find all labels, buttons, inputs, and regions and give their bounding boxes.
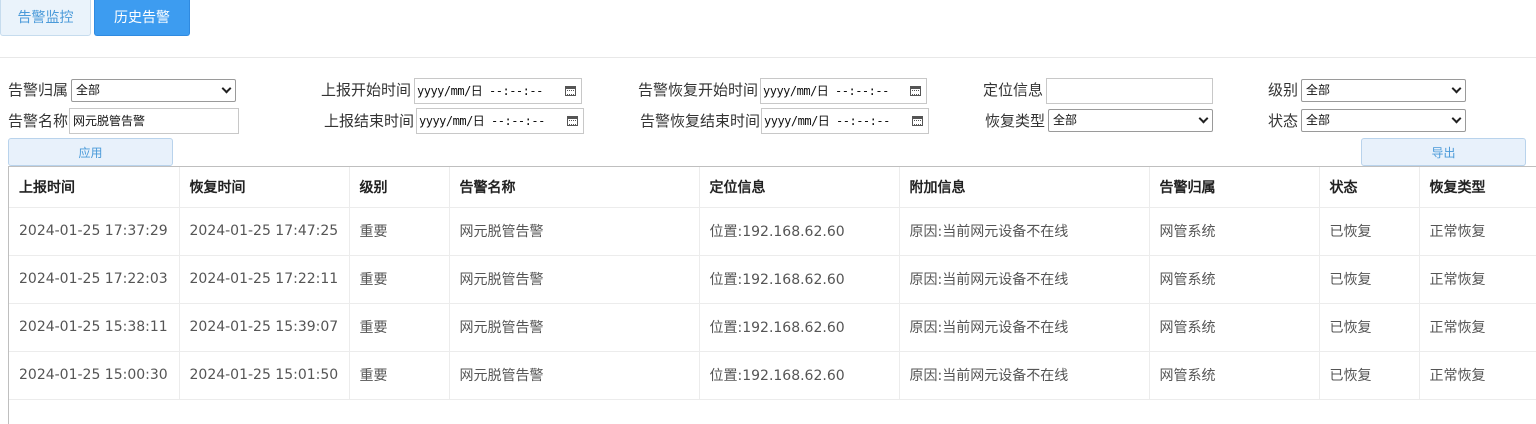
cell-alarm-name: 网元脱管告警 [449, 303, 700, 352]
cell-report-time: 2024-01-25 17:22:03 [9, 255, 180, 304]
cell-alarm-name: 网元脱管告警 [449, 255, 700, 304]
table-header-row: 上报时间 恢复时间 级别 告警名称 定位信息 附加信息 告警归属 状态 恢复类型 [9, 167, 1536, 208]
cell-recover-time: 2024-01-25 15:39:07 [179, 303, 350, 352]
calendar-icon[interactable] [912, 116, 923, 126]
column-header-extra-info[interactable]: 附加信息 [899, 167, 1150, 208]
cell-alarm-owner: 网管系统 [1149, 303, 1320, 352]
tab-alarm-monitor[interactable]: 告警监控 [0, 0, 91, 36]
cell-alarm-name: 网元脱管告警 [449, 207, 700, 256]
location-input[interactable] [1046, 78, 1213, 104]
column-header-report-time[interactable]: 上报时间 [9, 167, 180, 208]
cell-alarm-owner: 网管系统 [1149, 351, 1320, 400]
tab-bar: 告警监控 历史告警 [0, 0, 1536, 58]
cell-status: 已恢复 [1319, 207, 1420, 256]
cell-recover-type: 正常恢复 [1419, 351, 1536, 400]
cell-recover-time: 2024-01-25 17:22:11 [179, 255, 350, 304]
cell-status: 已恢复 [1319, 351, 1420, 400]
cell-location: 位置:192.168.62.60 [699, 303, 900, 352]
apply-button[interactable]: 应用 [8, 138, 173, 166]
column-header-location[interactable]: 定位信息 [699, 167, 900, 208]
cell-recover-time: 2024-01-25 15:01:50 [179, 351, 350, 400]
level-label: 级别 [1268, 81, 1299, 99]
status-select-value: 全部 [1306, 113, 1331, 127]
cell-recover-type: 正常恢复 [1419, 255, 1536, 304]
recover-type-select[interactable]: 全部 [1048, 109, 1213, 132]
alarm-owner-label: 告警归属 [8, 81, 69, 99]
report-end-date-value: yyyy/mm/日 --:--:-- [419, 114, 545, 128]
column-header-alarm-owner[interactable]: 告警归属 [1149, 167, 1320, 208]
chevron-down-icon [221, 83, 232, 94]
cell-alarm-owner: 网管系统 [1149, 207, 1320, 256]
chevron-down-icon [1451, 113, 1462, 124]
table-row[interactable]: 2024-01-25 15:38:11 2024-01-25 15:39:07 … [9, 303, 1536, 352]
location-label: 定位信息 [983, 81, 1044, 99]
cell-level: 重要 [349, 351, 450, 400]
recover-start-label: 告警恢复开始时间 [638, 81, 759, 99]
cell-location: 位置:192.168.62.60 [699, 255, 900, 304]
cell-alarm-name: 网元脱管告警 [449, 351, 700, 400]
recover-end-date-input[interactable]: yyyy/mm/日 --:--:-- [761, 108, 929, 134]
cell-extra-info: 原因:当前网元设备不在线 [899, 303, 1150, 352]
report-end-label: 上报结束时间 [324, 112, 415, 130]
alarm-owner-select-value: 全部 [76, 83, 101, 97]
alarm-name-label: 告警名称 [8, 112, 69, 130]
recover-type-label: 恢复类型 [985, 112, 1046, 130]
cell-recover-type: 正常恢复 [1419, 207, 1536, 256]
cell-recover-time: 2024-01-25 17:47:25 [179, 207, 350, 256]
recover-end-label: 告警恢复结束时间 [640, 112, 761, 130]
export-button[interactable]: 导出 [1361, 138, 1526, 166]
cell-extra-info: 原因:当前网元设备不在线 [899, 351, 1150, 400]
alarm-owner-select[interactable]: 全部 [71, 79, 236, 102]
recover-start-date-input[interactable]: yyyy/mm/日 --:--:-- [760, 78, 927, 104]
report-start-date-input[interactable]: yyyy/mm/日 --:--:-- [414, 78, 582, 104]
tab-alarm-history[interactable]: 历史告警 [94, 0, 190, 36]
cell-status: 已恢复 [1319, 303, 1420, 352]
cell-level: 重要 [349, 255, 450, 304]
report-end-date-input[interactable]: yyyy/mm/日 --:--:-- [416, 108, 584, 134]
column-header-status[interactable]: 状态 [1319, 167, 1420, 208]
cell-alarm-owner: 网管系统 [1149, 255, 1320, 304]
cell-report-time: 2024-01-25 15:38:11 [9, 303, 180, 352]
recover-end-date-value: yyyy/mm/日 --:--:-- [764, 114, 890, 128]
table-row[interactable]: 2024-01-25 17:22:03 2024-01-25 17:22:11 … [9, 255, 1536, 304]
alarm-name-input[interactable]: 网元脱管告警 [69, 108, 239, 134]
status-select[interactable]: 全部 [1301, 109, 1466, 132]
cell-report-time: 2024-01-25 17:37:29 [9, 207, 180, 256]
cell-location: 位置:192.168.62.60 [699, 207, 900, 256]
cell-report-time: 2024-01-25 15:00:30 [9, 351, 180, 400]
report-start-label: 上报开始时间 [321, 81, 412, 99]
column-header-recover-time[interactable]: 恢复时间 [179, 167, 350, 208]
history-alarm-table: 上报时间 恢复时间 级别 告警名称 定位信息 附加信息 告警归属 状态 恢复类型… [8, 166, 1536, 424]
level-select[interactable]: 全部 [1301, 79, 1466, 102]
cell-status: 已恢复 [1319, 255, 1420, 304]
cell-extra-info: 原因:当前网元设备不在线 [899, 207, 1150, 256]
level-select-value: 全部 [1306, 83, 1331, 97]
cell-location: 位置:192.168.62.60 [699, 351, 900, 400]
column-header-alarm-name[interactable]: 告警名称 [449, 167, 700, 208]
report-start-date-value: yyyy/mm/日 --:--:-- [417, 84, 543, 98]
calendar-icon[interactable] [565, 86, 576, 96]
cell-level: 重要 [349, 207, 450, 256]
calendar-icon[interactable] [910, 86, 921, 96]
calendar-icon[interactable] [567, 116, 578, 126]
cell-extra-info: 原因:当前网元设备不在线 [899, 255, 1150, 304]
cell-recover-type: 正常恢复 [1419, 303, 1536, 352]
column-header-recover-type[interactable]: 恢复类型 [1419, 167, 1536, 208]
recover-type-select-value: 全部 [1053, 113, 1078, 127]
chevron-down-icon [1198, 113, 1209, 124]
table-row[interactable]: 2024-01-25 17:37:29 2024-01-25 17:47:25 … [9, 207, 1536, 256]
table-row[interactable]: 2024-01-25 15:00:30 2024-01-25 15:01:50 … [9, 351, 1536, 400]
status-label: 状态 [1268, 112, 1299, 130]
cell-level: 重要 [349, 303, 450, 352]
chevron-down-icon [1451, 83, 1462, 94]
column-header-level[interactable]: 级别 [349, 167, 450, 208]
recover-start-date-value: yyyy/mm/日 --:--:-- [763, 84, 889, 98]
